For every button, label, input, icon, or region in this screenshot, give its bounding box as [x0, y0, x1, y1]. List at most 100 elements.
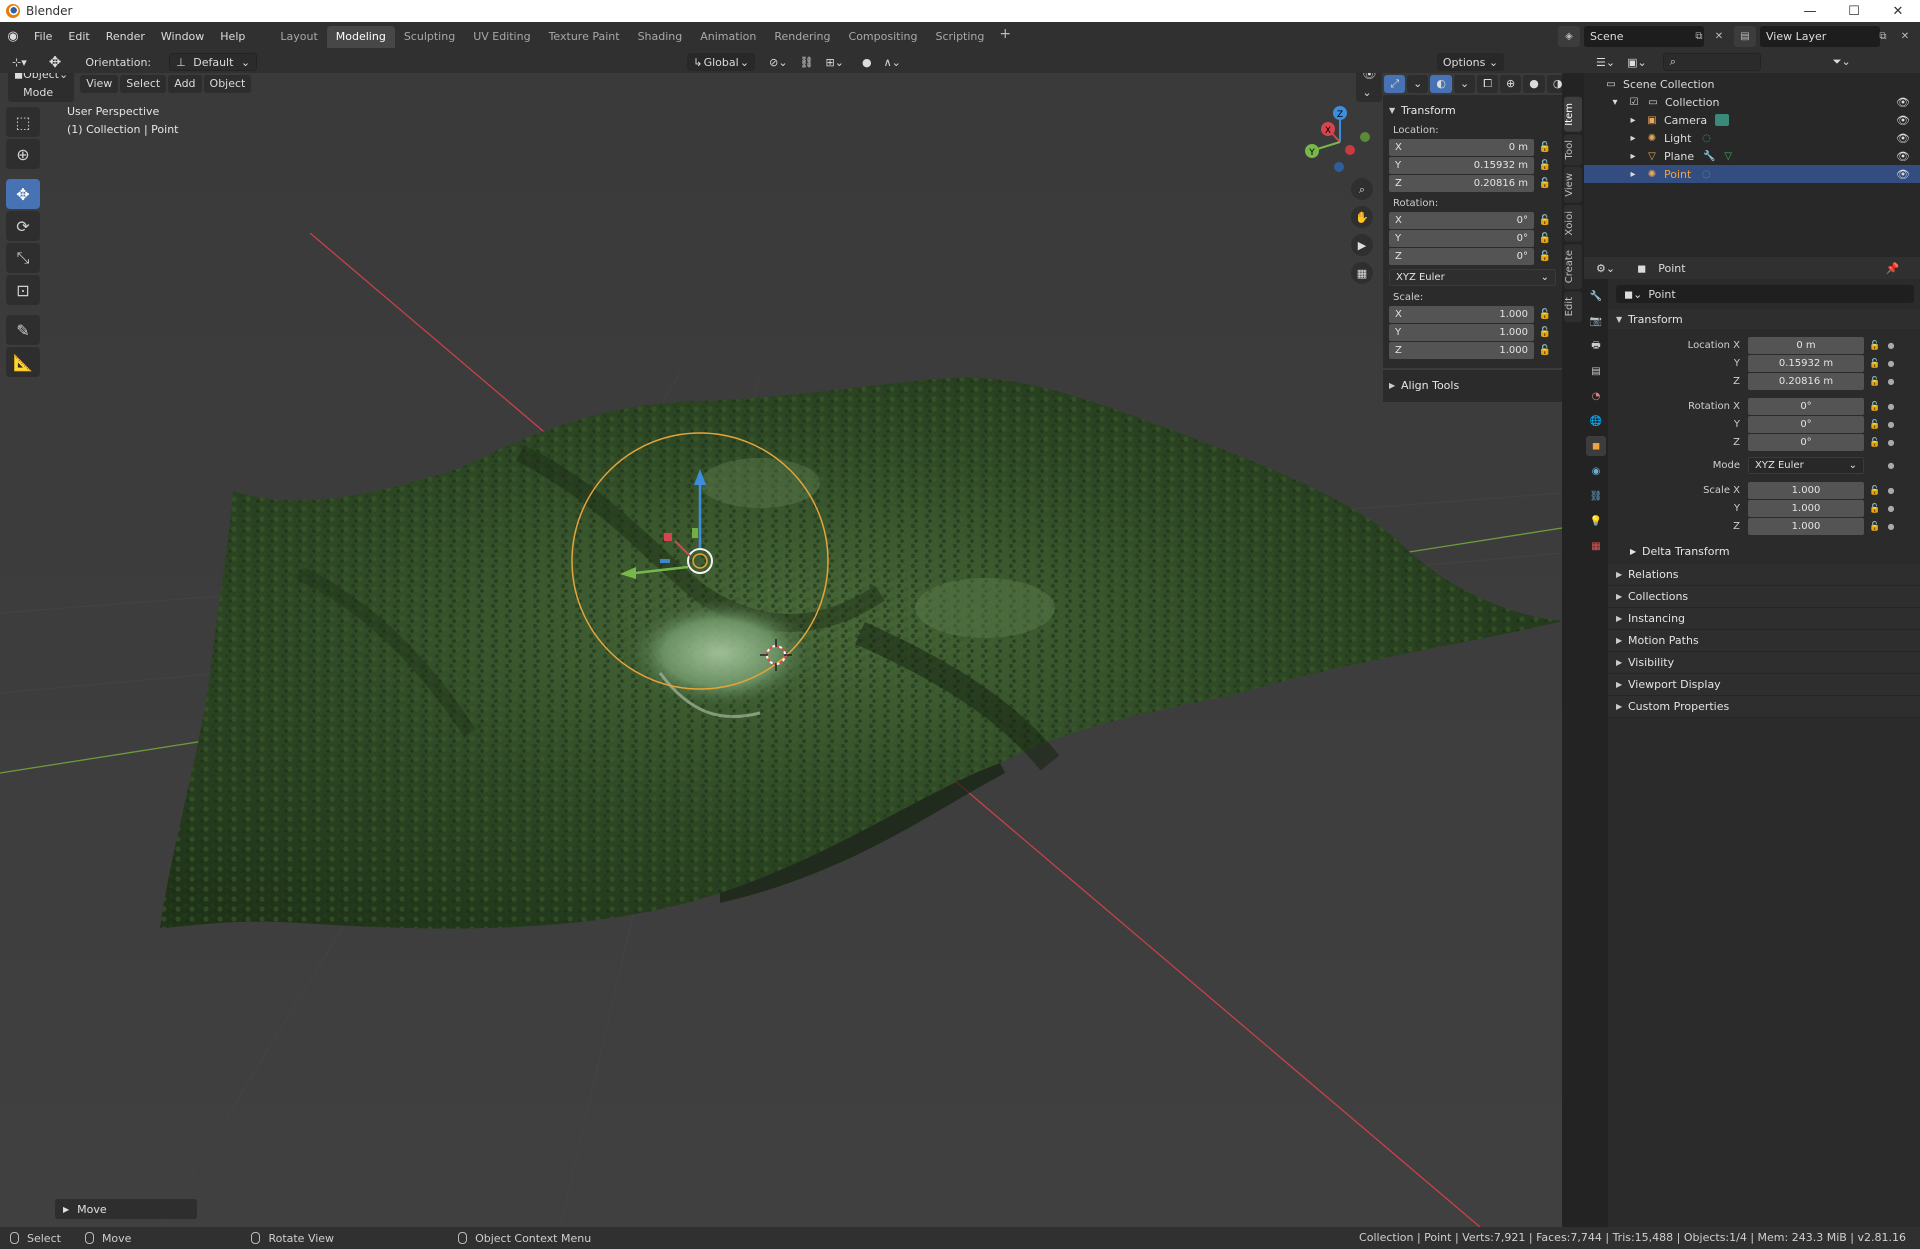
remove-view-layer-icon[interactable]: ✕ — [1894, 26, 1916, 47]
new-scene-icon[interactable]: ⧉ — [1688, 26, 1710, 47]
constraints-tab-icon[interactable]: ⛓ — [1586, 486, 1606, 506]
outliner-item-plane[interactable]: ▸ ▽ Plane 🔧 ▽ 👁 — [1584, 147, 1920, 165]
lock-icon[interactable]: 🔓 — [1534, 215, 1556, 226]
object-name-field[interactable]: ◼⌄ Point — [1616, 285, 1914, 303]
lock-icon[interactable]: 🔓 — [1864, 438, 1886, 448]
lock-icon[interactable]: 🔓 — [1534, 345, 1556, 356]
prop-rotation-z[interactable]: 0° — [1748, 434, 1864, 451]
keyframe-dot-icon[interactable]: ● — [1886, 341, 1896, 350]
keyframe-dot-icon[interactable]: ● — [1886, 420, 1896, 429]
view-layer-field[interactable]: View Layer — [1760, 26, 1880, 47]
editor-type-icon[interactable]: ⚙⌄ — [1590, 259, 1621, 277]
lock-icon[interactable]: 🔓 — [1864, 341, 1886, 351]
proportional-edit-icon[interactable]: ● — [856, 53, 878, 71]
lock-icon[interactable]: 🔓 — [1864, 486, 1886, 496]
menu-render[interactable]: Render — [98, 26, 153, 48]
lock-icon[interactable]: 🔓 — [1534, 309, 1556, 320]
tab-sculpting[interactable]: Sculpting — [395, 26, 464, 48]
tab-shading[interactable]: Shading — [629, 26, 692, 48]
prop-scale-y[interactable]: 1.000 — [1748, 500, 1864, 517]
blender-menu-icon[interactable]: ◉ — [0, 29, 26, 44]
rotation-x-field[interactable]: X 0° — [1389, 212, 1534, 229]
keyframe-dot-icon[interactable]: ● — [1886, 402, 1896, 411]
outliner-scene-collection[interactable]: ▭ Scene Collection — [1584, 75, 1920, 93]
outliner-search-input[interactable]: ⌕ — [1662, 53, 1761, 71]
options-dropdown[interactable]: Options ⌄ — [1436, 53, 1505, 71]
tab-edit[interactable]: Edit — [1564, 290, 1582, 323]
move-tool-icon[interactable]: ✥ — [43, 53, 68, 71]
transform-tool-icon[interactable]: ⊡ — [6, 275, 40, 305]
transform-panel-header[interactable]: ▼ Transform — [1608, 309, 1920, 331]
location-x-field[interactable]: X0 m — [1389, 139, 1534, 156]
filter-icon[interactable]: ⏷⌄ — [1827, 53, 1857, 71]
editor-type-icon[interactable]: ☰⌄ — [1590, 53, 1621, 71]
tab-xoioi[interactable]: Xoioi — [1564, 204, 1582, 242]
menu-object[interactable]: Object — [203, 75, 252, 93]
delta-transform-subpanel[interactable]: ▶ Delta Transform — [1608, 540, 1920, 562]
view-layer-tab-icon[interactable]: ▤ — [1586, 361, 1606, 381]
wireframe-shading-icon[interactable]: ⊕ — [1500, 75, 1522, 93]
menu-window[interactable]: Window — [153, 26, 212, 48]
gizmo-menu-icon[interactable]: ⌄ — [1407, 75, 1429, 93]
keyframe-dot-icon[interactable]: ● — [1886, 461, 1896, 470]
modifier-wrench-icon[interactable]: 🔧 — [1702, 150, 1716, 162]
prop-location-x[interactable]: 0 m — [1748, 337, 1864, 354]
lock-icon[interactable]: 🔓 — [1864, 377, 1886, 387]
lock-icon[interactable]: 🔓 — [1534, 160, 1556, 171]
transform-panel-header[interactable]: ▼ Transform — [1389, 101, 1556, 119]
tab-create[interactable]: Create — [1564, 243, 1582, 289]
lock-icon[interactable]: 🔓 — [1864, 504, 1886, 514]
checkbox-icon[interactable]: ☑ — [1627, 96, 1641, 108]
xray-icon[interactable]: ⧠ — [1477, 75, 1498, 93]
scale-tool-icon[interactable]: ⤡ — [6, 243, 40, 273]
physics-tab-icon[interactable]: ◉ — [1586, 461, 1606, 481]
visibility-eye-icon[interactable]: 👁 — [1896, 168, 1910, 181]
render-tab-icon[interactable]: 📷 — [1586, 311, 1606, 331]
lock-icon[interactable]: 🔓 — [1534, 327, 1556, 338]
lock-icon[interactable]: 🔓 — [1534, 233, 1556, 244]
menu-edit[interactable]: Edit — [60, 26, 97, 48]
tab-view[interactable]: View — [1564, 167, 1582, 203]
mode-dropdown[interactable]: ◼ Object Mode ⌄ — [8, 73, 75, 102]
cursor-tool-icon[interactable]: ⊕ — [6, 139, 40, 169]
scale-z-field[interactable]: Z 1.000 — [1389, 342, 1534, 359]
prop-scale-z[interactable]: 1.000 — [1748, 518, 1864, 535]
lock-icon[interactable]: 🔓 — [1864, 522, 1886, 532]
orientation-dropdown[interactable]: ⊥ Default ⌄ — [169, 53, 258, 71]
tab-tool[interactable]: Tool — [1564, 133, 1582, 166]
prop-rotation-x[interactable]: 0° — [1748, 398, 1864, 415]
tab-layout[interactable]: Layout — [271, 26, 326, 48]
menu-view[interactable]: View — [80, 75, 119, 93]
menu-select[interactable]: Select — [120, 75, 167, 93]
tool-settings-tab-icon[interactable]: 🔧 — [1586, 286, 1606, 306]
object-tab-icon[interactable]: ◼ — [1586, 436, 1606, 456]
falloff-icon[interactable]: ∧⌄ — [878, 53, 907, 71]
rotate-tool-icon[interactable]: ⟳ — [6, 211, 40, 241]
scale-y-field[interactable]: Y 1.000 — [1389, 324, 1534, 341]
maximize-button[interactable]: ☐ — [1832, 0, 1876, 22]
close-button[interactable]: ✕ — [1876, 0, 1920, 22]
tab-scripting[interactable]: Scripting — [926, 26, 993, 48]
tab-modeling[interactable]: Modeling — [326, 25, 395, 48]
tab-compositing[interactable]: Compositing — [840, 26, 927, 48]
overlay-menu-icon[interactable]: ⌄ — [1453, 75, 1476, 93]
collapsed-triangle-icon[interactable]: ▸ — [1626, 114, 1640, 126]
tab-uv-editing[interactable]: UV Editing — [464, 26, 539, 48]
tab-texture-paint[interactable]: Texture Paint — [540, 26, 629, 48]
tab-item[interactable]: Item — [1564, 97, 1582, 132]
scene-field[interactable]: Scene — [1584, 26, 1704, 47]
outliner-item-light[interactable]: ▸ ✺ Light ◌ 👁 — [1584, 129, 1920, 147]
prop-location-y[interactable]: 0.15932 m — [1748, 355, 1864, 372]
scale-x-field[interactable]: X 1.000 — [1389, 306, 1534, 323]
panel-viewport-display[interactable]: ▶ Viewport Display — [1608, 674, 1920, 696]
keyframe-dot-icon[interactable]: ● — [1886, 504, 1896, 513]
menu-help[interactable]: Help — [212, 26, 253, 48]
collapsed-triangle-icon[interactable]: ▸ — [1626, 150, 1640, 162]
menu-add[interactable]: Add — [168, 75, 202, 93]
keyframe-dot-icon[interactable]: ● — [1886, 522, 1896, 531]
camera-data-icon[interactable] — [1715, 114, 1730, 126]
light-data-tab-icon[interactable]: 💡 — [1586, 511, 1606, 531]
prop-scale-x[interactable]: 1.000 — [1748, 482, 1864, 499]
visibility-eye-icon[interactable]: 👁 — [1896, 114, 1910, 127]
display-mode-icon[interactable]: ▣⌄ — [1621, 53, 1653, 71]
